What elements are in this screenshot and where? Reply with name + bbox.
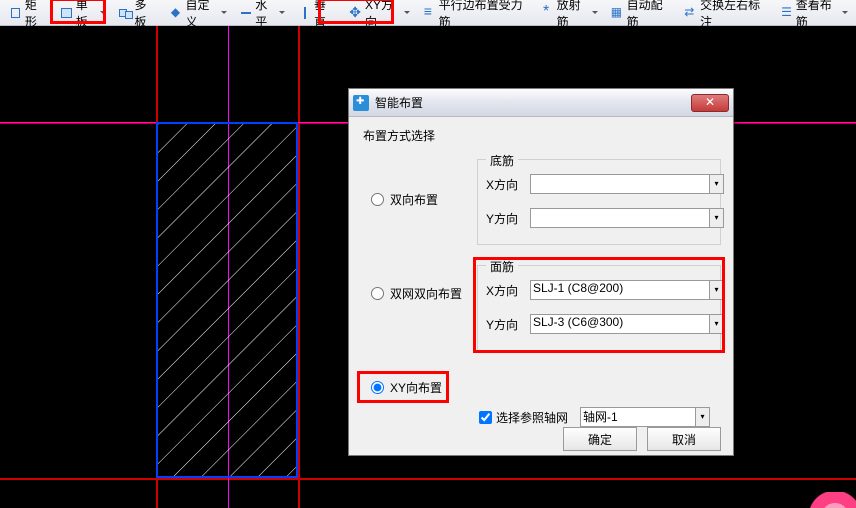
auto-rebar-button-label: 自动配筋: [627, 0, 672, 30]
grid-ref-checkbox[interactable]: [479, 411, 492, 424]
board-icon: [59, 5, 74, 21]
bottom-y-label: Y方向: [486, 210, 530, 227]
custom-icon: [169, 5, 184, 21]
xy-direction-button-label: XY方向: [365, 0, 402, 30]
vertical-button-label: 垂直: [314, 0, 336, 30]
face-x-label: X方向: [486, 282, 530, 299]
auto-rebar-button[interactable]: 自动配筋: [605, 0, 676, 32]
swap-icon: [683, 5, 698, 21]
view-rebar-button-label: 查看布筋: [796, 0, 840, 30]
multi-board-button-label: 多板: [135, 0, 157, 30]
multi-icon: [118, 5, 133, 21]
slab-hatch: [158, 124, 296, 476]
ok-button[interactable]: 确定: [563, 427, 637, 451]
radial-rebar-button[interactable]: 放射筋: [535, 0, 603, 32]
bottom-x-dropdown[interactable]: ▾: [710, 174, 724, 194]
auto-icon: [610, 5, 625, 21]
single-board-button-label: 单板: [76, 0, 98, 30]
rect-button-label: 矩形: [25, 0, 47, 30]
grid-ref-dropdown[interactable]: ▾: [696, 407, 710, 427]
decorative-corner: [810, 492, 856, 508]
radio-xy-input[interactable]: [371, 381, 384, 394]
swap-annotate-button[interactable]: 交换左右标注: [678, 0, 772, 32]
radio-two-way[interactable]: 双向布置: [371, 191, 438, 208]
bottom-y-input[interactable]: [530, 208, 710, 228]
bottom-y-dropdown[interactable]: ▾: [710, 208, 724, 228]
horizontal-button[interactable]: 水平: [234, 0, 291, 32]
face-y-label: Y方向: [486, 316, 530, 333]
radio-double-net-input[interactable]: [371, 287, 384, 300]
bottom-rebar-group: 底筋 X方向 ▾ Y方向 ▾: [477, 159, 721, 245]
custom-button-label: 自定义: [186, 0, 219, 30]
face-y-dropdown[interactable]: ▾: [710, 314, 724, 334]
bottom-rebar-legend: 底筋: [486, 152, 518, 169]
dialog-icon: [353, 95, 369, 111]
horiz-icon: [239, 5, 254, 21]
xy-direction-button[interactable]: XY方向: [343, 0, 414, 32]
parallel-icon: [422, 5, 437, 21]
dialog-title: 智能布置: [375, 94, 691, 111]
radio-xy[interactable]: XY向布置: [371, 379, 442, 396]
rect-button[interactable]: 矩形: [3, 0, 52, 32]
bottom-x-input[interactable]: [530, 174, 710, 194]
grid-ref-row: 选择参照轴网 轴网-1 ▾: [479, 407, 710, 427]
view-rebar-button[interactable]: 查看布筋: [774, 0, 853, 32]
radio-two-way-input[interactable]: [371, 193, 384, 206]
radio-double-net[interactable]: 双网双向布置: [371, 285, 462, 302]
grid-line-horizontal: [0, 478, 856, 480]
radial-icon: [540, 5, 555, 21]
cancel-button[interactable]: 取消: [647, 427, 721, 451]
layout-group-title: 布置方式选择: [363, 127, 435, 144]
toolbar: 矩形单板多板自定义水平垂直XY方向平行边布置受力筋放射筋自动配筋交换左右标注查看…: [0, 0, 856, 26]
multi-board-button[interactable]: 多板: [113, 0, 162, 32]
face-rebar-legend: 面筋: [486, 258, 518, 275]
face-rebar-group: 面筋 X方向 SLJ-1 (C8@200) ▾ Y方向 SLJ-3 (C6@30…: [477, 265, 721, 351]
face-y-input[interactable]: SLJ-3 (C6@300): [530, 314, 710, 334]
view-icon: [779, 5, 794, 21]
horizontal-button-label: 水平: [255, 0, 277, 30]
rect-icon: [8, 5, 23, 21]
radio-two-way-label: 双向布置: [390, 191, 438, 208]
face-x-input[interactable]: SLJ-1 (C8@200): [530, 280, 710, 300]
dialog-titlebar[interactable]: 智能布置 ✕: [349, 89, 733, 117]
vert-icon: [297, 5, 312, 21]
face-x-dropdown[interactable]: ▾: [710, 280, 724, 300]
swap-annotate-button-label: 交换左右标注: [700, 0, 767, 30]
single-board-button[interactable]: 单板: [54, 0, 111, 32]
bottom-x-label: X方向: [486, 176, 530, 193]
parallel-edge-button[interactable]: 平行边布置受力筋: [417, 0, 533, 32]
radio-double-net-label: 双网双向布置: [390, 285, 462, 302]
smart-layout-dialog: 智能布置 ✕ 布置方式选择 双向布置 双网双向布置 XY向布置 底筋 X方向 ▾…: [348, 88, 734, 456]
radial-rebar-button-label: 放射筋: [557, 0, 590, 30]
grid-ref-label: 选择参照轴网: [496, 409, 568, 426]
close-button[interactable]: ✕: [691, 94, 729, 112]
xy-icon: [348, 5, 363, 21]
grid-ref-select[interactable]: 轴网-1: [580, 407, 696, 427]
radio-xy-label: XY向布置: [390, 379, 442, 396]
grid-line-vertical: [298, 26, 300, 508]
custom-button[interactable]: 自定义: [164, 0, 232, 32]
parallel-edge-button-label: 平行边布置受力筋: [439, 0, 528, 30]
vertical-button[interactable]: 垂直: [292, 0, 341, 32]
